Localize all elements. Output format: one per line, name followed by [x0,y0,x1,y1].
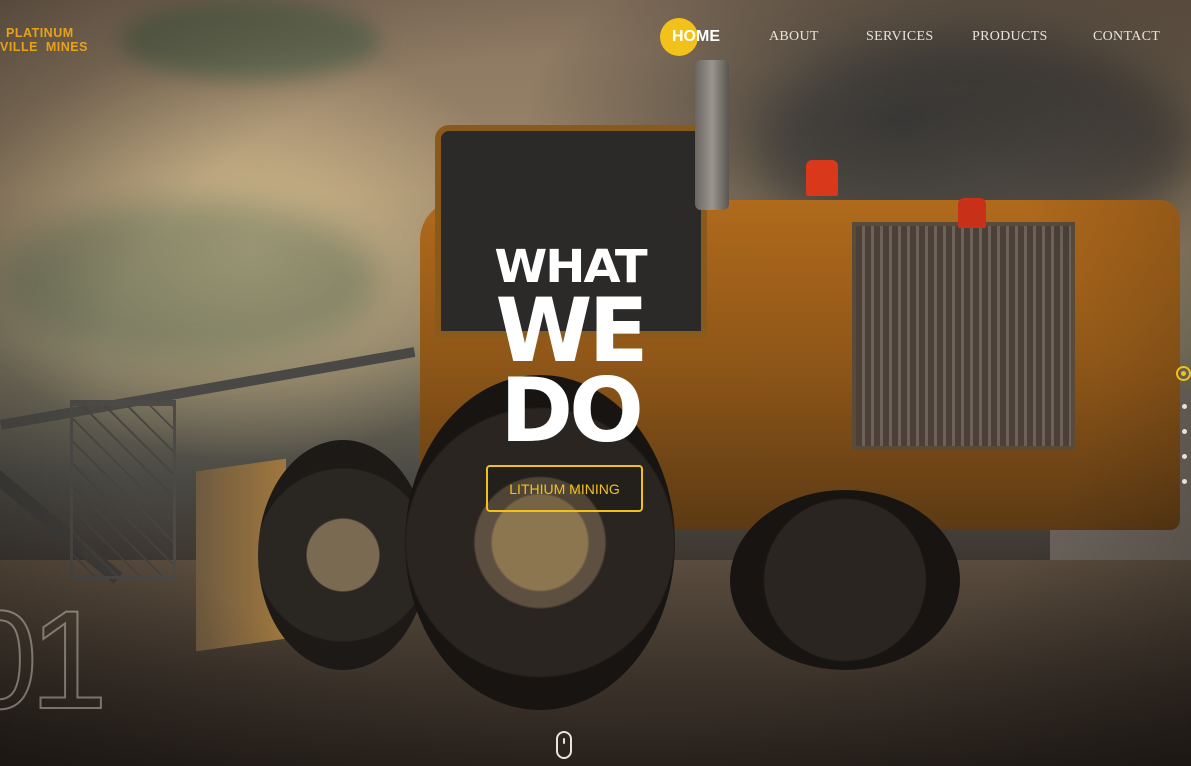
mouse-scroll-icon[interactable] [556,731,572,759]
slide-dot-1-active[interactable] [1176,366,1191,381]
lithium-mining-button[interactable]: LITHIUM MINING [486,465,643,512]
nav-item-products[interactable]: PRODUCTS [972,29,1048,45]
nav-item-about[interactable]: ABOUT [769,29,819,45]
slide-dot-3[interactable] [1182,429,1187,434]
main-navigation: HOME ABOUT SERVICES PRODUCTS CONTACT [660,18,1160,56]
slide-dot-4[interactable] [1182,454,1187,459]
logo-line-1: PLATINUM [6,26,74,40]
hero-heading: WHAT WE DO [470,243,670,455]
logo-line-2: VILLE MINES [0,40,88,54]
nav-item-services[interactable]: SERVICES [866,29,933,45]
nav-home-label: HOME [672,28,720,45]
hero-heading-line-1: WHAT [494,240,647,294]
nav-item-home[interactable]: HOME [660,18,780,56]
slide-dot-2[interactable] [1182,404,1187,409]
slide-dot-5[interactable] [1182,479,1187,484]
site-logo[interactable]: PLATINUM VILLE MINES [0,26,88,54]
nav-item-contact[interactable]: CONTACT [1093,29,1160,45]
slide-number: 01 [0,581,109,738]
